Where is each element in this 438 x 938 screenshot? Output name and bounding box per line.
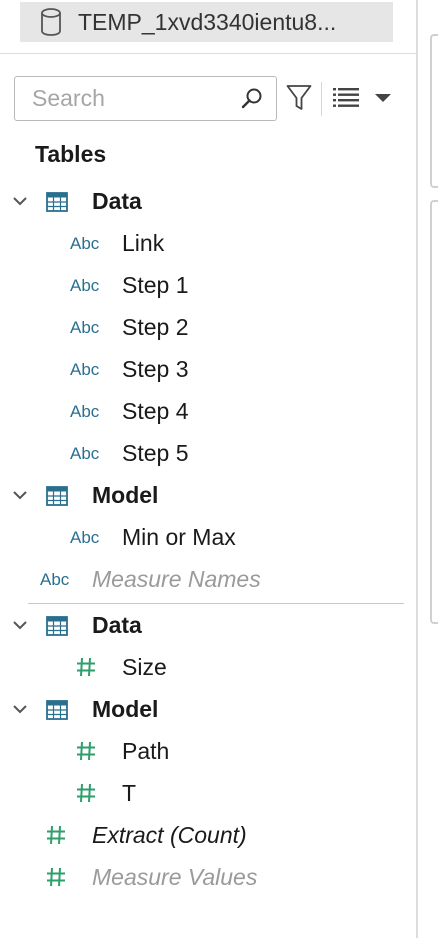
caret-down-icon[interactable] (374, 93, 392, 103)
datasource-name: TEMP_1xvd3340ientu8... (78, 8, 337, 35)
search-icon[interactable] (240, 87, 264, 111)
table-label: Model (92, 482, 159, 508)
table-icon (46, 192, 68, 212)
string-type-icon: Abc (70, 360, 100, 379)
field-item[interactable]: Path (0, 732, 416, 772)
number-type-icon (77, 657, 95, 677)
chevron-down-icon[interactable] (12, 704, 28, 714)
table-data-measures[interactable]: Data (0, 606, 416, 646)
table-label: Model (92, 696, 159, 722)
table-icon (46, 486, 68, 506)
number-type-icon (77, 783, 95, 803)
header-divider (0, 53, 416, 54)
string-type-icon: Abc (40, 570, 70, 589)
string-type-icon: Abc (70, 402, 100, 421)
field-label: Measure Values (92, 864, 258, 890)
field-label: Path (122, 738, 170, 764)
chevron-down-icon[interactable] (12, 490, 28, 500)
dimensions-measures-divider (28, 603, 404, 604)
number-type-icon (77, 741, 95, 761)
field-label: Step 5 (122, 440, 189, 466)
table-icon (46, 700, 68, 720)
field-label: Measure Names (92, 566, 261, 592)
search-input[interactable] (32, 85, 232, 112)
field-item[interactable]: T (0, 774, 416, 814)
field-item[interactable]: Abc Min or Max (0, 518, 416, 558)
field-label: Min or Max (122, 524, 236, 550)
table-icon (46, 616, 68, 636)
field-item[interactable]: Abc Link (0, 224, 416, 264)
datasource-item[interactable]: TEMP_1xvd3340ientu8... (20, 2, 393, 42)
field-label: Link (122, 230, 165, 256)
field-label: Size (122, 654, 167, 680)
field-label: Extract (Count) (92, 822, 247, 848)
field-label: Step 4 (122, 398, 189, 424)
number-type-icon (47, 825, 65, 845)
field-item[interactable]: Abc Step 3 (0, 350, 416, 390)
toolbar-divider (321, 82, 322, 116)
chevron-down-icon[interactable] (12, 620, 28, 630)
field-label: T (122, 780, 137, 806)
field-item[interactable]: Size (0, 648, 416, 688)
field-item[interactable]: Abc Step 2 (0, 308, 416, 348)
database-icon (41, 8, 61, 36)
pages-card-edge (430, 34, 438, 188)
field-label: Step 3 (122, 356, 189, 382)
string-type-icon: Abc (70, 318, 100, 337)
list-view-icon[interactable] (333, 87, 359, 109)
chevron-down-icon[interactable] (12, 196, 28, 206)
search-box[interactable] (14, 76, 277, 121)
field-item[interactable]: Abc Step 4 (0, 392, 416, 432)
field-label: Step 1 (122, 272, 189, 298)
measure-values-field[interactable]: Measure Values (0, 858, 416, 898)
field-label: Step 2 (122, 314, 189, 340)
table-label: Data (92, 612, 142, 638)
table-model-dimensions[interactable]: Model (0, 476, 416, 516)
filter-icon[interactable] (286, 84, 312, 112)
string-type-icon: Abc (70, 234, 100, 253)
measure-names-field[interactable]: Abc Measure Names (0, 560, 416, 600)
string-type-icon: Abc (70, 528, 100, 547)
field-item[interactable]: Abc Step 1 (0, 266, 416, 306)
filters-card-edge (430, 200, 438, 624)
field-item[interactable]: Abc Step 5 (0, 434, 416, 474)
extract-count-field[interactable]: Extract (Count) (0, 816, 416, 856)
number-type-icon (47, 867, 65, 887)
string-type-icon: Abc (70, 276, 100, 295)
table-label: Data (92, 188, 142, 214)
table-data-dimensions[interactable]: Data (0, 182, 416, 222)
tables-heading: Tables (35, 141, 107, 167)
data-pane: TEMP_1xvd3340ientu8... Tables (0, 0, 416, 938)
table-model-measures[interactable]: Model (0, 690, 416, 730)
string-type-icon: Abc (70, 444, 100, 463)
